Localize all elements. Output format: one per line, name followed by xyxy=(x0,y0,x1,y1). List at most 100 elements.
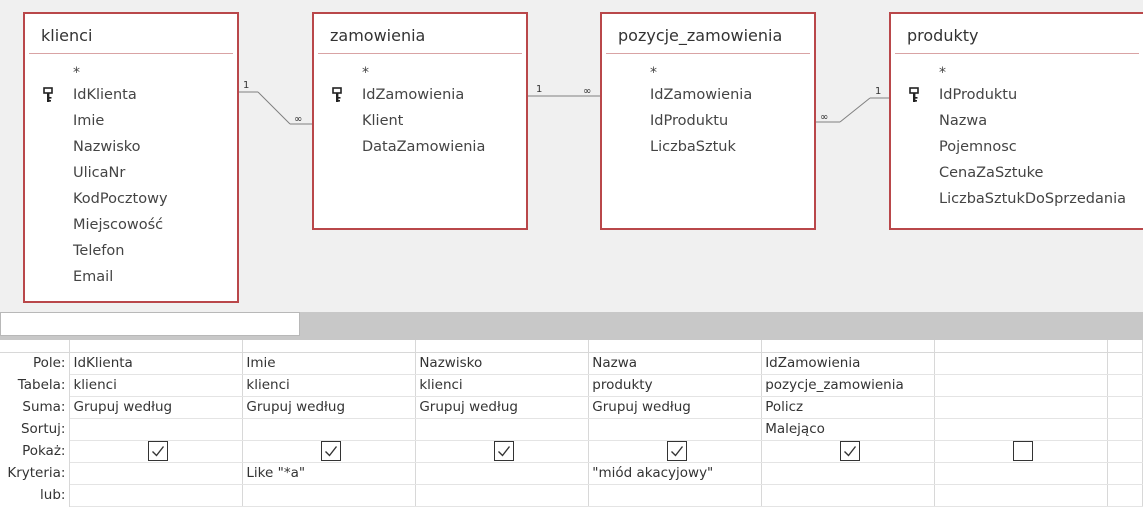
field-cell[interactable] xyxy=(934,352,1108,375)
sort-cell[interactable] xyxy=(588,418,763,441)
table-title[interactable]: zamowienia xyxy=(318,14,522,54)
sort-cell[interactable] xyxy=(242,418,417,441)
field-item[interactable]: IdKlienta xyxy=(25,82,237,108)
grid-row-table: Tabela: klienci klienci klienci produkty… xyxy=(0,374,1143,397)
field-item[interactable]: Email xyxy=(25,264,237,290)
relationships-pane: 1 ∞ 1 ∞ ∞ 1 klienci * IdKlienta Imie Naz… xyxy=(0,0,1143,312)
column-selector[interactable] xyxy=(242,340,417,353)
field-item[interactable]: IdProduktu xyxy=(891,82,1143,108)
or-cell[interactable] xyxy=(69,484,244,507)
criteria-cell[interactable] xyxy=(934,462,1108,485)
or-cell[interactable] xyxy=(1107,484,1143,507)
or-cell[interactable] xyxy=(761,484,936,507)
field-cell[interactable]: IdZamowienia xyxy=(761,352,936,375)
grid-row-criteria: Kryteria: Like "*a" "miód akacyjowy" xyxy=(0,462,1143,485)
field-item[interactable]: KodPocztowy xyxy=(25,186,237,212)
field-cell[interactable]: Nazwa xyxy=(588,352,763,375)
field-item[interactable]: Miejscowość xyxy=(25,212,237,238)
check-icon xyxy=(151,446,164,457)
show-checkbox[interactable] xyxy=(666,441,687,461)
criteria-cell[interactable] xyxy=(69,462,244,485)
field-item[interactable]: Imie xyxy=(25,108,237,134)
field-cell[interactable]: Imie xyxy=(242,352,417,375)
total-cell[interactable]: Grupuj według xyxy=(69,396,244,419)
criteria-cell[interactable]: "miód akacyjowy" xyxy=(588,462,763,485)
total-cell[interactable] xyxy=(1107,396,1143,419)
table-title[interactable]: pozycje_zamowienia xyxy=(606,14,810,54)
table-cell[interactable] xyxy=(934,374,1108,397)
grid-row-total: Suma: Grupuj według Grupuj według Grupuj… xyxy=(0,396,1143,419)
show-cell xyxy=(1107,440,1143,463)
total-cell[interactable]: Grupuj według xyxy=(415,396,590,419)
table-cell[interactable]: pozycje_zamowienia xyxy=(761,374,936,397)
field-cell[interactable]: IdKlienta xyxy=(69,352,244,375)
field-all-star[interactable]: * xyxy=(602,64,814,82)
total-cell[interactable] xyxy=(934,396,1108,419)
field-item[interactable]: CenaZaSztuke xyxy=(891,160,1143,186)
criteria-cell[interactable] xyxy=(761,462,936,485)
relation-pozycje-produkty: ∞ 1 xyxy=(816,86,889,123)
show-checkbox[interactable] xyxy=(320,441,341,461)
table-cell[interactable]: klienci xyxy=(415,374,590,397)
column-selector[interactable] xyxy=(588,340,763,353)
or-cell[interactable] xyxy=(242,484,417,507)
relation-many-label: ∞ xyxy=(820,112,828,123)
field-cell[interactable]: Nazwisko xyxy=(415,352,590,375)
show-checkbox[interactable] xyxy=(839,441,860,461)
field-all-star[interactable]: * xyxy=(891,64,1143,82)
table-produkty[interactable]: produkty * IdProduktu Nazwa Pojemnosc Ce… xyxy=(889,12,1143,230)
table-zamowienia[interactable]: zamowienia * IdZamowienia Klient DataZam… xyxy=(312,12,528,230)
sort-cell[interactable] xyxy=(934,418,1108,441)
sort-cell[interactable] xyxy=(69,418,244,441)
field-item[interactable]: Nazwa xyxy=(891,108,1143,134)
show-checkbox[interactable] xyxy=(493,441,514,461)
table-cell[interactable]: klienci xyxy=(242,374,417,397)
show-cell xyxy=(242,440,417,463)
sort-cell[interactable] xyxy=(415,418,590,441)
column-selector[interactable] xyxy=(934,340,1108,353)
field-item[interactable]: Klient xyxy=(314,108,526,134)
sort-cell[interactable]: Malejąco xyxy=(761,418,936,441)
column-selector[interactable] xyxy=(1107,340,1143,353)
check-icon xyxy=(324,446,337,457)
field-item[interactable]: DataZamowienia xyxy=(314,134,526,160)
field-all-star[interactable]: * xyxy=(25,64,237,82)
criteria-cell[interactable] xyxy=(415,462,590,485)
field-item[interactable]: LiczbaSztuk xyxy=(602,134,814,160)
sort-cell[interactable] xyxy=(1107,418,1143,441)
show-checkbox[interactable] xyxy=(1012,441,1033,461)
field-item[interactable]: Telefon xyxy=(25,238,237,264)
or-cell[interactable] xyxy=(934,484,1108,507)
table-cell[interactable]: produkty xyxy=(588,374,763,397)
field-item[interactable]: Nazwisko xyxy=(25,134,237,160)
column-selector[interactable] xyxy=(415,340,590,353)
field-item[interactable]: IdZamowienia xyxy=(314,82,526,108)
field-cell[interactable] xyxy=(1107,352,1143,375)
table-pozycje-zamowienia[interactable]: pozycje_zamowienia * IdZamowienia IdProd… xyxy=(600,12,816,230)
field-label: IdProduktu xyxy=(939,87,1018,103)
show-checkbox[interactable] xyxy=(147,441,168,461)
field-item[interactable]: IdZamowienia xyxy=(602,82,814,108)
table-title[interactable]: klienci xyxy=(29,14,233,54)
table-cell[interactable] xyxy=(1107,374,1143,397)
horizontal-scrollbar[interactable] xyxy=(0,312,300,336)
column-selector[interactable] xyxy=(761,340,936,353)
total-cell[interactable]: Policz xyxy=(761,396,936,419)
field-item[interactable]: IdProduktu xyxy=(602,108,814,134)
table-klienci[interactable]: klienci * IdKlienta Imie Nazwisko UlicaN… xyxy=(23,12,239,303)
field-all-star[interactable]: * xyxy=(314,64,526,82)
field-item[interactable]: UlicaNr xyxy=(25,160,237,186)
key-icon xyxy=(909,87,919,102)
column-selector[interactable] xyxy=(69,340,244,353)
or-cell[interactable] xyxy=(415,484,590,507)
criteria-cell[interactable] xyxy=(1107,462,1143,485)
total-cell[interactable]: Grupuj według xyxy=(242,396,417,419)
table-cell[interactable]: klienci xyxy=(69,374,244,397)
or-cell[interactable] xyxy=(588,484,763,507)
field-item[interactable]: Pojemnosc xyxy=(891,134,1143,160)
criteria-cell[interactable]: Like "*a" xyxy=(242,462,417,485)
table-title[interactable]: produkty xyxy=(895,14,1139,54)
field-item[interactable]: LiczbaSztukDoSprzedania xyxy=(891,186,1143,212)
row-label: Suma: xyxy=(0,396,71,418)
total-cell[interactable]: Grupuj według xyxy=(588,396,763,419)
